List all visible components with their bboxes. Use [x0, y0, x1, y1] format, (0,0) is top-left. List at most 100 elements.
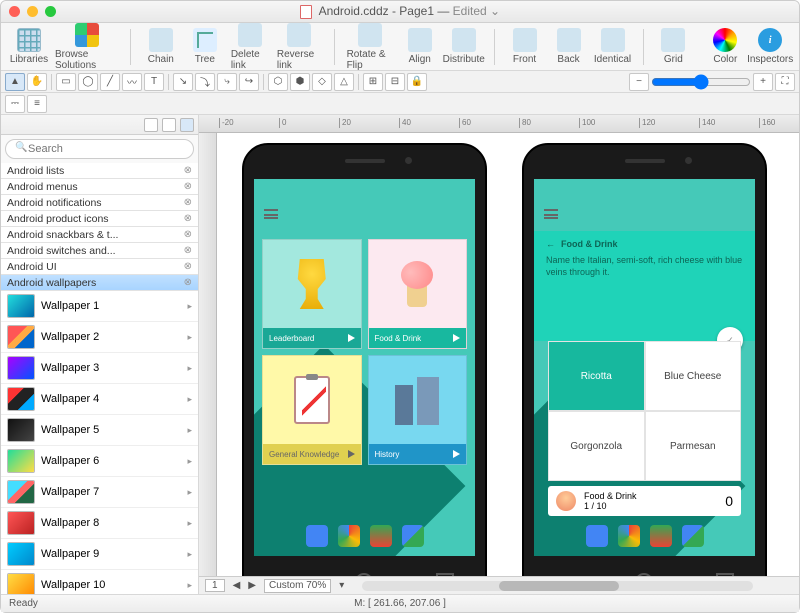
grid-button[interactable]: Grid [655, 28, 691, 65]
scroll-left-button[interactable]: ◀ [233, 580, 241, 591]
library-item[interactable]: Wallpaper 8▸ [1, 508, 198, 539]
zoom-fit-button[interactable]: ⛶ [775, 73, 795, 91]
format-btn-2[interactable]: ≡ [27, 95, 47, 113]
library-item[interactable]: Wallpaper 2▸ [1, 322, 198, 353]
shape-tool-3[interactable]: ◇ [312, 73, 332, 91]
app-icon[interactable] [338, 525, 360, 547]
curve-tool[interactable]: 〰 [122, 73, 142, 91]
zoom-in-button[interactable]: + [753, 73, 773, 91]
align-button[interactable]: Align [402, 28, 438, 65]
tree-button[interactable]: Tree [187, 28, 223, 65]
app-icon[interactable] [402, 525, 424, 547]
app-icon[interactable] [306, 525, 328, 547]
ungroup-tool[interactable]: ⊟ [385, 73, 405, 91]
back-arrow-icon[interactable]: ← [546, 239, 555, 249]
view-grid-icon[interactable] [144, 118, 158, 132]
card-general[interactable]: General Knowledge [262, 355, 362, 465]
identical-button[interactable]: Identical [595, 28, 631, 65]
category-item[interactable]: Android UI⊗ [1, 259, 198, 275]
view-list-icon[interactable] [162, 118, 176, 132]
library-item[interactable]: Wallpaper 3▸ [1, 353, 198, 384]
menu-icon[interactable] [544, 209, 558, 219]
phone-mockup-1[interactable]: ▮▮◢ ▮ 12:30 Italian for Beginners Leader… [242, 143, 487, 576]
app-icon[interactable] [618, 525, 640, 547]
group-tool[interactable]: ⊞ [363, 73, 383, 91]
chain-button[interactable]: Chain [143, 28, 179, 65]
search-input[interactable] [5, 139, 194, 159]
drawing-page[interactable]: ▮▮◢ ▮ 12:30 Italian for Beginners Leader… [217, 133, 799, 576]
card-leaderboard[interactable]: Leaderboard [262, 239, 362, 349]
app-icon[interactable] [370, 525, 392, 547]
page-tab[interactable]: 1 [205, 579, 225, 592]
inspectors-button[interactable]: iInspectors [751, 28, 789, 65]
library-item[interactable]: Wallpaper 7▸ [1, 477, 198, 508]
zoom-out-button[interactable]: − [629, 73, 649, 91]
format-btn-1[interactable]: ⎓ [5, 95, 25, 113]
category-item[interactable]: Android snackbars & t...⊗ [1, 227, 198, 243]
zoom-selector[interactable]: Custom 70% [264, 579, 331, 593]
close-icon[interactable]: ⊗ [184, 181, 192, 192]
close-icon[interactable]: ⊗ [184, 213, 192, 224]
pointer-tool[interactable]: ▲ [5, 73, 25, 91]
close-icon[interactable]: ⊗ [184, 165, 192, 176]
home-icon[interactable] [355, 573, 373, 576]
zoom-slider[interactable] [651, 74, 751, 90]
app-icon[interactable] [650, 525, 672, 547]
horizontal-scrollbar[interactable] [362, 581, 753, 591]
card-food[interactable]: Food & Drink [368, 239, 468, 349]
close-icon[interactable]: ⊗ [184, 245, 192, 256]
category-item[interactable]: Android notifications⊗ [1, 195, 198, 211]
rect-tool[interactable]: ▭ [56, 73, 76, 91]
back-button[interactable]: Back [551, 28, 587, 65]
card-history[interactable]: History [368, 355, 468, 465]
library-item[interactable]: Wallpaper 6▸ [1, 446, 198, 477]
line-tool[interactable]: ╱ [100, 73, 120, 91]
connector-tool-3[interactable]: ⤷ [217, 73, 237, 91]
app-icon[interactable] [586, 525, 608, 547]
browse-solutions-button[interactable]: Browse Solutions [55, 23, 118, 71]
phone-mockup-2[interactable]: ▮▮◢ ▮ 12:30 Italian for Beginners ←Food … [522, 143, 767, 576]
library-item[interactable]: Wallpaper 9▸ [1, 539, 198, 570]
library-item[interactable]: Wallpaper 1▸ [1, 291, 198, 322]
close-icon[interactable]: ⊗ [184, 197, 192, 208]
connector-tool-1[interactable]: ↘ [173, 73, 193, 91]
lock-tool[interactable]: 🔒 [407, 73, 427, 91]
menu-icon[interactable] [264, 209, 278, 219]
category-item[interactable]: Android wallpapers⊗ [1, 275, 198, 291]
libraries-button[interactable]: Libraries [11, 28, 47, 65]
answer-option[interactable]: Blue Cheese [645, 341, 742, 411]
recent-icon[interactable] [436, 573, 454, 576]
search-toggle-icon[interactable] [180, 118, 194, 132]
library-item[interactable]: Wallpaper 4▸ [1, 384, 198, 415]
shape-tool-4[interactable]: △ [334, 73, 354, 91]
connector-tool-4[interactable]: ↪ [239, 73, 259, 91]
shape-tool-2[interactable]: ⬢ [290, 73, 310, 91]
answer-option[interactable]: Gorgonzola [548, 411, 645, 481]
hand-tool[interactable]: ✋ [27, 73, 47, 91]
connector-tool-2[interactable]: ⤵ [195, 73, 215, 91]
color-button[interactable]: Color [707, 28, 743, 65]
home-icon[interactable] [635, 573, 653, 576]
reverse-link-button[interactable]: Reverse link [277, 23, 322, 71]
answer-option[interactable]: Ricotta [548, 341, 645, 411]
recent-icon[interactable] [716, 573, 734, 576]
rotate-flip-button[interactable]: Rotate & Flip [347, 23, 394, 71]
close-icon[interactable]: ⊗ [184, 229, 192, 240]
ellipse-tool[interactable]: ◯ [78, 73, 98, 91]
delete-link-button[interactable]: Delete link [231, 23, 269, 71]
app-icon[interactable] [682, 525, 704, 547]
close-icon[interactable]: ⊗ [184, 277, 192, 288]
category-item[interactable]: Android menus⊗ [1, 179, 198, 195]
scroll-right-button[interactable]: ▶ [248, 580, 256, 591]
distribute-button[interactable]: Distribute [446, 28, 482, 65]
close-icon[interactable]: ⊗ [184, 261, 192, 272]
text-tool[interactable]: T [144, 73, 164, 91]
category-item[interactable]: Android lists⊗ [1, 163, 198, 179]
answer-option[interactable]: Parmesan [645, 411, 742, 481]
category-item[interactable]: Android switches and...⊗ [1, 243, 198, 259]
library-item[interactable]: Wallpaper 5▸ [1, 415, 198, 446]
shape-tool-1[interactable]: ⬡ [268, 73, 288, 91]
front-button[interactable]: Front [507, 28, 543, 65]
category-item[interactable]: Android product icons⊗ [1, 211, 198, 227]
library-item[interactable]: Wallpaper 10▸ [1, 570, 198, 594]
